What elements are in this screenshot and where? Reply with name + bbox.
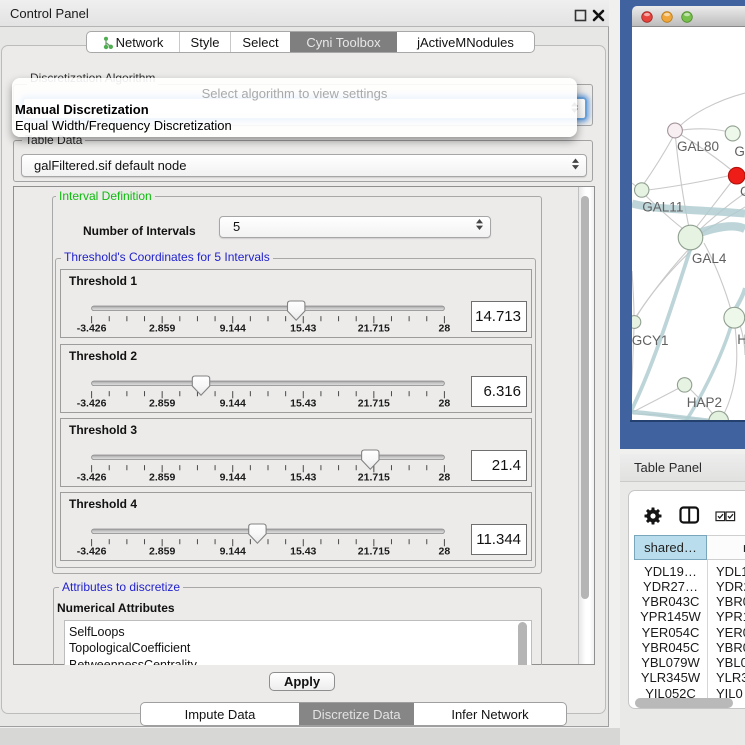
svg-text:15.43: 15.43 [290,546,316,558]
svg-text:2.859: 2.859 [149,398,175,410]
svg-text:9.144: 9.144 [220,398,246,410]
svg-text:C: C [740,184,745,199]
svg-text:2.859: 2.859 [149,546,175,558]
svg-text:9.144: 9.144 [220,546,246,558]
svg-text:15.43: 15.43 [290,323,316,335]
svg-text:2.859: 2.859 [149,472,175,484]
svg-text:H: H [737,332,745,347]
svg-text:-3.426: -3.426 [77,472,107,484]
svg-text:2.859: 2.859 [149,323,175,335]
svg-text:GAL11: GAL11 [642,200,683,215]
svg-text:28: 28 [439,323,451,335]
svg-text:15.43: 15.43 [290,472,316,484]
svg-text:-3.426: -3.426 [77,546,107,558]
svg-text:9.144: 9.144 [220,472,246,484]
svg-text:-3.426: -3.426 [77,323,107,335]
svg-text:21.715: 21.715 [358,398,390,410]
svg-text:21.715: 21.715 [358,546,390,558]
svg-text:28: 28 [439,398,451,410]
svg-text:GAL4: GAL4 [692,251,727,266]
svg-text:21.715: 21.715 [358,323,390,335]
svg-text:G: G [734,144,745,159]
svg-text:GAL80: GAL80 [677,139,719,154]
svg-text:GCY1: GCY1 [632,333,669,348]
svg-text:21.715: 21.715 [358,472,390,484]
svg-text:28: 28 [439,472,451,484]
svg-text:15.43: 15.43 [290,398,316,410]
svg-text:HAP2: HAP2 [687,395,722,410]
svg-text:-3.426: -3.426 [77,398,107,410]
svg-text:28: 28 [439,546,451,558]
svg-text:9.144: 9.144 [220,323,246,335]
